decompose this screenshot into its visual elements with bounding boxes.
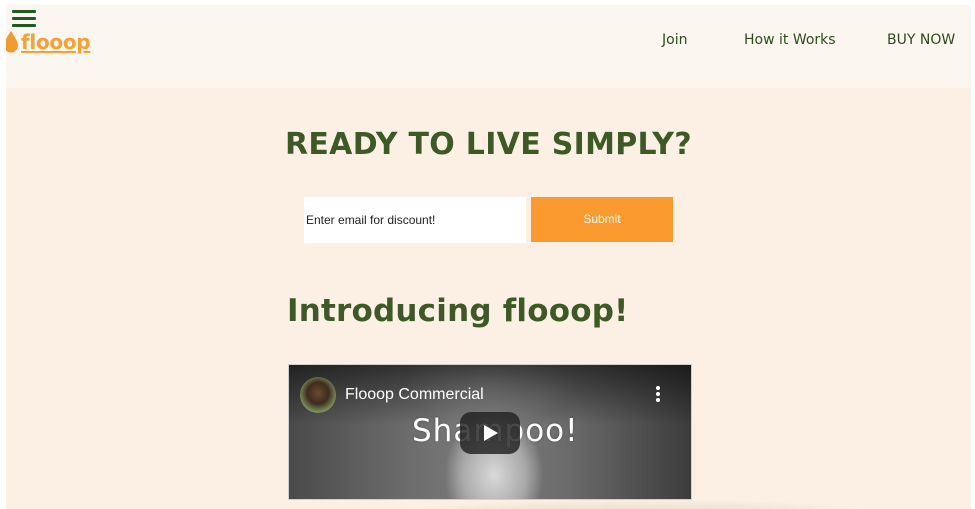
intro-heading: Introducing flooop! xyxy=(287,293,629,329)
signup-heading: READY TO LIVE SIMPLY? xyxy=(284,127,693,162)
channel-avatar[interactable] xyxy=(300,377,336,413)
hamburger-line xyxy=(12,10,36,13)
site-header: flooop Join How it Works BUY NOW xyxy=(6,5,971,88)
more-vertical-icon[interactable] xyxy=(656,386,660,402)
nav-join-link[interactable]: Join xyxy=(662,32,687,48)
logo-text: flooop xyxy=(21,30,91,54)
hamburger-menu-icon[interactable] xyxy=(12,10,36,28)
nav-buy-now-link[interactable]: BUY NOW xyxy=(887,32,955,48)
hamburger-line xyxy=(12,24,36,27)
nav-how-it-works-link[interactable]: How it Works xyxy=(744,32,836,48)
video-embed[interactable]: Flooop Commercial Shampoo! xyxy=(288,364,692,500)
droplet-icon xyxy=(6,31,18,53)
logo-link[interactable]: flooop xyxy=(6,30,91,54)
submit-button[interactable]: Submit xyxy=(531,197,673,242)
play-icon[interactable] xyxy=(460,412,520,454)
hamburger-line xyxy=(12,17,36,20)
email-input[interactable] xyxy=(304,197,526,243)
video-title[interactable]: Flooop Commercial xyxy=(345,386,484,404)
floating-widget-shadow xyxy=(376,499,896,509)
page-frame: flooop Join How it Works BUY NOW READY T… xyxy=(6,5,971,509)
